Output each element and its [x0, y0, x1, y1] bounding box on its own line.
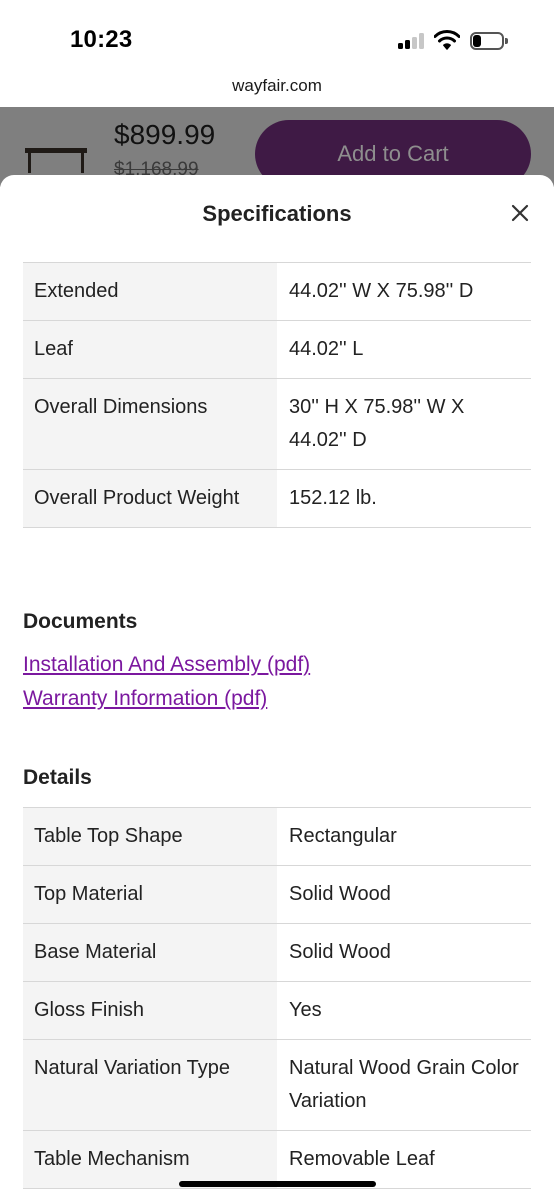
- detail-value: Removable Leaf: [289, 1148, 435, 1170]
- spec-value: 44.02'' L: [289, 338, 364, 360]
- detail-value: Solid Wood: [289, 883, 391, 905]
- url-bar[interactable]: wayfair.com: [0, 76, 554, 96]
- wifi-icon: [433, 30, 461, 50]
- status-bar: 10:23: [0, 0, 554, 72]
- table-row: Overall Dimensions 30'' H X 75.98'' W X …: [23, 379, 531, 470]
- details-table: Table Top Shape Rectangular Top Material…: [23, 807, 531, 1189]
- detail-label: Natural Variation Type: [23, 1040, 277, 1130]
- table-row: Base Material Solid Wood: [23, 924, 531, 982]
- sheet-title: Specifications: [202, 201, 352, 226]
- detail-value: Natural Wood Grain Color Variation: [289, 1057, 519, 1112]
- spec-value: 152.12 lb.: [289, 487, 377, 509]
- details-heading: Details: [23, 766, 92, 789]
- status-time: 10:23: [70, 26, 133, 53]
- table-row: Top Material Solid Wood: [23, 866, 531, 924]
- documents-heading: Documents: [23, 610, 138, 633]
- table-row: Leaf 44.02'' L: [23, 321, 531, 379]
- home-indicator[interactable]: [179, 1181, 376, 1187]
- spec-value: 30'' H X 75.98'' W X 44.02'' D: [289, 396, 465, 451]
- specifications-table: Extended 44.02'' W X 75.98'' D Leaf 44.0…: [23, 262, 531, 528]
- spec-label: Extended: [23, 263, 277, 320]
- specifications-sheet: Specifications Extended 44.02'' W X 75.9…: [0, 175, 554, 1200]
- battery-icon: [470, 32, 508, 50]
- detail-label: Base Material: [23, 924, 277, 981]
- detail-value: Yes: [289, 999, 322, 1021]
- warranty-information-pdf-link[interactable]: Warranty Information (pdf): [23, 687, 267, 711]
- detail-label: Top Material: [23, 866, 277, 923]
- table-row: Gloss Finish Yes: [23, 982, 531, 1040]
- product-price: $899.99: [114, 119, 216, 150]
- installation-assembly-pdf-link[interactable]: Installation And Assembly (pdf): [23, 653, 310, 677]
- spec-value: 44.02'' W X 75.98'' D: [289, 280, 474, 302]
- table-row: Extended 44.02'' W X 75.98'' D: [23, 263, 531, 321]
- table-row: Natural Variation Type Natural Wood Grai…: [23, 1040, 531, 1131]
- spec-label: Overall Dimensions: [23, 379, 277, 469]
- sheet-header: Specifications: [0, 175, 554, 255]
- detail-label: Table Mechanism: [23, 1131, 277, 1188]
- close-icon[interactable]: [508, 201, 532, 225]
- table-row: Overall Product Weight 152.12 lb.: [23, 470, 531, 528]
- table-row: Table Top Shape Rectangular: [23, 808, 531, 866]
- detail-value: Rectangular: [289, 825, 397, 847]
- spec-label: Leaf: [23, 321, 277, 378]
- cellular-signal-icon: [398, 33, 426, 49]
- detail-label: Gloss Finish: [23, 982, 277, 1039]
- dining-table-thumbnail[interactable]: [24, 145, 88, 173]
- detail-label: Table Top Shape: [23, 808, 277, 865]
- detail-value: Solid Wood: [289, 941, 391, 963]
- spec-label: Overall Product Weight: [23, 470, 277, 527]
